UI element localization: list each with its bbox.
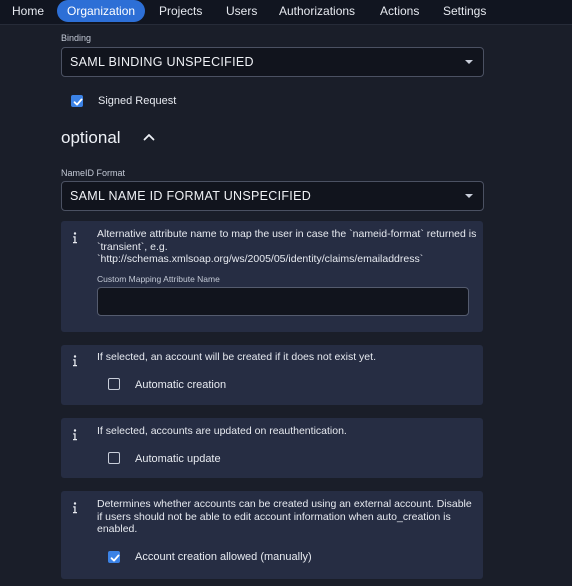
nav-tab-organization[interactable]: Organization [57, 0, 146, 22]
nav-tab-authorizations[interactable]: Authorizations [279, 0, 355, 22]
custom-mapping-field-label: Custom Mapping Attribute Name [97, 274, 220, 284]
info-icon [73, 232, 77, 244]
automatic-update-label: Automatic update [135, 453, 221, 465]
account-creation-info-text: Determines whether accounts can be creat… [97, 498, 472, 535]
automatic-creation-card: If selected, an account will be created … [61, 345, 483, 405]
nameid-format-select[interactable]: SAML NAME ID FORMAT UNSPECIFIED [61, 181, 484, 211]
nav-tab-projects[interactable]: Projects [159, 0, 202, 22]
custom-mapping-card: Alternative attribute name to map the us… [61, 221, 483, 332]
nameid-format-select-value: SAML NAME ID FORMAT UNSPECIFIED [70, 189, 312, 203]
automatic-creation-label: Automatic creation [135, 379, 227, 391]
account-creation-label: Account creation allowed (manually) [135, 551, 312, 563]
account-creation-card: Determines whether accounts can be creat… [61, 491, 483, 579]
signed-request-label: Signed Request [98, 95, 177, 107]
custom-mapping-input[interactable] [97, 287, 469, 316]
automatic-creation-checkbox[interactable] [108, 378, 120, 390]
signed-request-checkbox[interactable] [71, 95, 83, 107]
nav-divider [0, 24, 572, 25]
automatic-update-card: If selected, accounts are updated on rea… [61, 418, 483, 478]
info-icon [73, 429, 77, 441]
checkmark-icon [110, 554, 120, 562]
custom-mapping-info-text: Alternative attribute name to map the us… [97, 228, 477, 265]
automatic-update-checkbox[interactable] [108, 452, 120, 464]
info-icon [73, 355, 77, 367]
chevron-up-icon[interactable] [143, 133, 155, 141]
binding-select[interactable]: SAML BINDING UNSPECIFIED [61, 47, 484, 77]
top-nav: Home Organization Projects Users Authori… [0, 0, 572, 24]
nav-tab-users[interactable]: Users [226, 0, 257, 22]
nav-tab-settings[interactable]: Settings [443, 0, 486, 22]
automatic-creation-info-text: If selected, an account will be created … [97, 351, 376, 363]
checkmark-icon [73, 98, 83, 106]
optional-section-title: optional [61, 128, 121, 147]
binding-label: Binding [61, 33, 92, 43]
nav-tab-actions[interactable]: Actions [380, 0, 419, 22]
dropdown-caret-icon [465, 60, 473, 64]
automatic-update-info-text: If selected, accounts are updated on rea… [97, 425, 347, 437]
account-creation-checkbox[interactable] [108, 551, 120, 563]
nameid-format-label: NameID Format [61, 168, 126, 178]
binding-select-value: SAML BINDING UNSPECIFIED [70, 55, 254, 69]
info-icon [73, 502, 77, 514]
dropdown-caret-icon [465, 194, 473, 198]
nav-tab-home[interactable]: Home [12, 0, 44, 22]
